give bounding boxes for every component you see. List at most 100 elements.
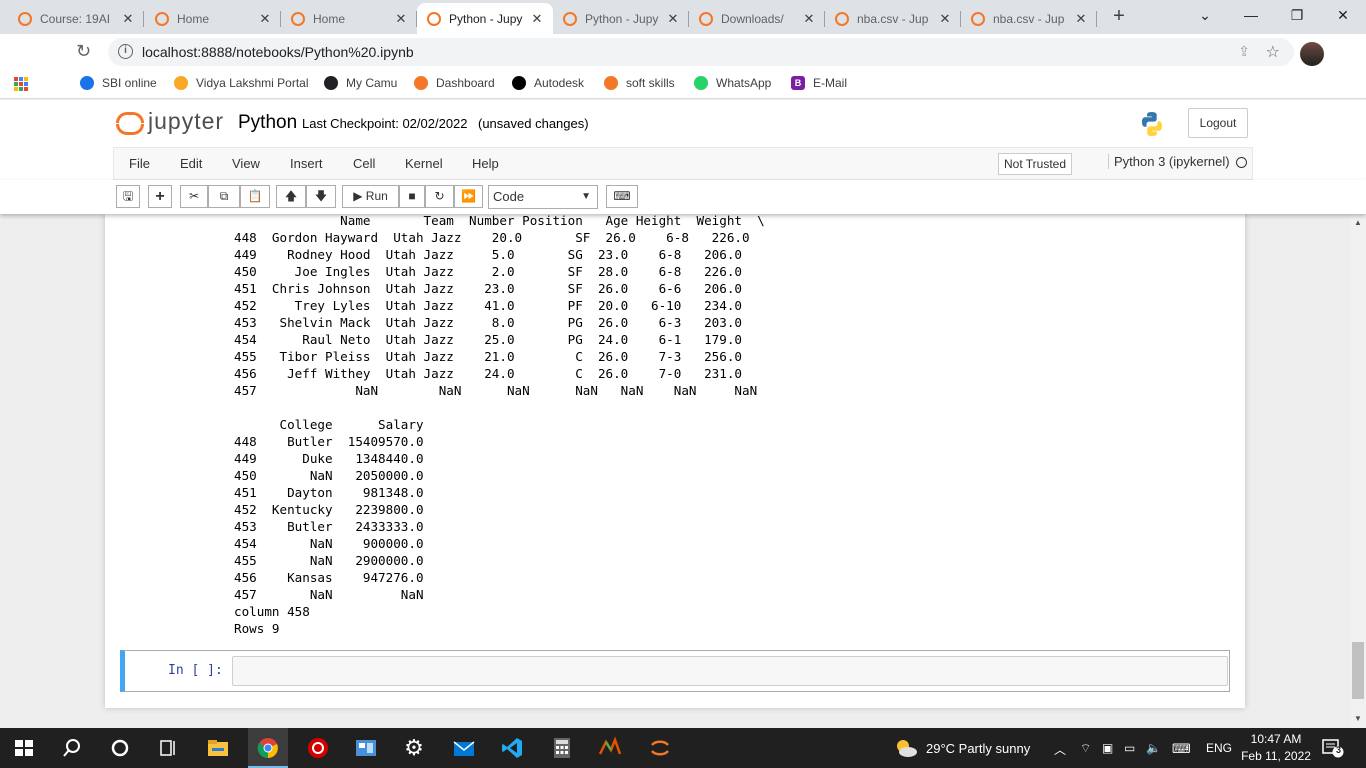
cut-cells-icon[interactable]: ✂ — [180, 185, 208, 208]
code-editor-input[interactable] — [232, 656, 1228, 686]
browser-tab[interactable]: nba.csv - Jup ✕ — [825, 3, 961, 34]
jupyter-logo[interactable]: jupyter — [116, 108, 224, 135]
action-center-button[interactable]: 3 — [1322, 738, 1344, 758]
tab-close-icon[interactable]: ✕ — [393, 11, 409, 27]
browser-tab[interactable]: Python - Jupy ✕ — [553, 3, 689, 34]
tab-close-icon[interactable]: ✕ — [257, 11, 273, 27]
jupyter-taskbar-icon[interactable] — [648, 736, 672, 760]
cell-type-select[interactable]: Code ▼ — [488, 185, 598, 209]
menu-cell[interactable]: Cell — [353, 156, 375, 171]
restore-button[interactable]: ❐ — [1274, 0, 1320, 34]
selected-code-cell[interactable]: In [ ]: — [120, 650, 1230, 692]
restart-run-all-icon[interactable]: ⏩ — [454, 185, 483, 208]
kernel-name[interactable]: Python 3 (ipykernel) — [1108, 154, 1230, 169]
input-language[interactable]: ENG — [1206, 741, 1232, 755]
tab-search-button[interactable]: ⌄ — [1182, 0, 1228, 34]
task-view-icon[interactable] — [156, 736, 180, 760]
browser-tab[interactable]: Downloads/ ✕ — [689, 3, 825, 34]
touch-keyboard-icon[interactable]: ⌨ — [1172, 741, 1191, 757]
output-line: 451 Dayton 981348.0 — [234, 485, 424, 500]
run-button[interactable]: ▶ Run — [342, 185, 399, 208]
tab-close-icon[interactable]: ✕ — [801, 11, 817, 27]
mail-icon[interactable] — [452, 736, 476, 760]
profile-avatar[interactable] — [1300, 42, 1324, 66]
control-panel-icon[interactable] — [354, 736, 378, 760]
show-hidden-icons-chevron-icon[interactable]: ︿ — [1054, 741, 1066, 758]
matlab-icon[interactable] — [598, 736, 622, 760]
site-info-icon[interactable]: i — [118, 44, 133, 59]
share-icon[interactable]: ⇪ — [1238, 43, 1250, 60]
command-palette-keyboard-icon[interactable]: ⌨ — [606, 185, 638, 208]
windows-start-icon[interactable] — [12, 736, 36, 760]
taskbar-clock[interactable]: 10:47 AM Feb 11, 2022 — [1240, 731, 1312, 765]
new-tab-button[interactable]: + — [1105, 5, 1133, 29]
menu-edit[interactable]: Edit — [180, 156, 202, 171]
output-line: 448 Gordon Hayward Utah Jazz 20.0 SF 26.… — [234, 230, 773, 245]
menu-insert[interactable]: Insert — [290, 156, 323, 171]
address-bar[interactable]: i localhost:8888/notebooks/Python%20.ipy… — [108, 38, 1294, 66]
bookmark-item[interactable]: WhatsApp — [694, 76, 771, 90]
partly-sunny-weather-icon — [897, 740, 917, 757]
bookmark-item[interactable]: Vidya Lakshmi Portal — [174, 76, 309, 90]
browser-tab[interactable]: nba.csv - Jup ✕ — [961, 3, 1097, 34]
interrupt-kernel-icon[interactable]: ■ — [399, 185, 425, 208]
reload-icon[interactable]: ↻ — [76, 41, 91, 62]
browser-tab[interactable]: Python - Jupy ✕ — [417, 3, 553, 34]
minimize-button[interactable]: — — [1228, 0, 1274, 34]
page-scrollbar[interactable]: ▲ ▼ — [1350, 214, 1366, 728]
tab-favicon-icon — [835, 11, 849, 26]
notebook-name[interactable]: Python — [238, 112, 297, 134]
output-line: 454 Raul Neto Utah Jazz 25.0 PG 24.0 6-1… — [234, 332, 765, 347]
logout-button[interactable]: Logout — [1188, 108, 1248, 138]
cortana-icon[interactable] — [108, 736, 132, 760]
apps-grid-icon[interactable] — [14, 77, 28, 91]
weather-text[interactable]: 29°C Partly sunny — [926, 741, 1030, 756]
move-cell-down-icon[interactable]: 🡇 — [306, 185, 336, 208]
restart-kernel-icon[interactable]: ↻ — [425, 185, 454, 208]
insert-cell-below-icon[interactable]: + — [148, 185, 172, 208]
settings-gear-icon[interactable]: ⚙ — [402, 736, 426, 760]
output-line: 453 Butler 2433333.0 — [234, 519, 424, 534]
scrollbar-thumb[interactable] — [1352, 642, 1364, 699]
chrome-taskbar-active[interactable] — [248, 728, 288, 768]
tab-close-icon[interactable]: ✕ — [1073, 11, 1089, 27]
tab-close-icon[interactable]: ✕ — [120, 11, 136, 27]
save-icon[interactable]: 🖫 — [116, 185, 140, 208]
calculator-icon[interactable] — [550, 736, 574, 760]
tab-close-icon[interactable]: ✕ — [665, 11, 681, 27]
meet-now-icon[interactable]: ▣ — [1102, 741, 1113, 755]
trust-status-button[interactable]: Not Trusted — [998, 153, 1073, 175]
bookmark-item[interactable]: SBI online — [80, 76, 157, 90]
close-window-button[interactable]: ✕ — [1320, 0, 1366, 34]
vscode-icon[interactable] — [500, 736, 524, 760]
scroll-down-arrow-icon[interactable]: ▼ — [1350, 714, 1366, 723]
browser-tab[interactable]: Course: 19AI ✕ — [8, 3, 144, 34]
browser-tab[interactable]: Home ✕ — [281, 3, 417, 34]
tab-close-icon[interactable]: ✕ — [529, 11, 545, 27]
menu-help[interactable]: Help — [472, 156, 499, 171]
bookmark-item[interactable]: soft skills — [604, 76, 675, 90]
file-explorer-icon[interactable] — [206, 736, 230, 760]
move-cell-up-icon[interactable]: 🡅 — [276, 185, 306, 208]
network-icon[interactable]: ⌔ — [1080, 741, 1091, 756]
bookmark-item[interactable]: B E-Mail — [791, 76, 847, 90]
menu-view[interactable]: View — [232, 156, 260, 171]
address-bar-row: ↻ i localhost:8888/notebooks/Python%20.i… — [0, 34, 1366, 70]
url-text[interactable]: localhost:8888/notebooks/Python%20.ipynb — [142, 44, 414, 60]
search-icon[interactable] — [60, 736, 84, 760]
copy-cells-icon[interactable]: ⧉ — [208, 185, 240, 208]
paste-cells-icon[interactable]: 📋 — [240, 185, 270, 208]
antivirus-icon[interactable] — [306, 736, 330, 760]
menu-kernel[interactable]: Kernel — [405, 156, 443, 171]
bookmark-star-icon[interactable]: ☆ — [1266, 42, 1280, 62]
bookmark-item[interactable]: Autodesk — [512, 76, 584, 90]
tab-close-icon[interactable]: ✕ — [937, 11, 953, 27]
browser-tab[interactable]: Home ✕ — [145, 3, 281, 34]
bookmark-item[interactable]: My Camu — [324, 76, 397, 90]
scroll-up-arrow-icon[interactable]: ▲ — [1350, 218, 1366, 227]
tab-favicon-icon — [971, 11, 985, 26]
battery-icon[interactable]: ▭ — [1124, 741, 1135, 755]
bookmark-item[interactable]: Dashboard — [414, 76, 495, 90]
volume-icon[interactable]: 🔈 — [1146, 741, 1161, 755]
menu-file[interactable]: File — [129, 156, 150, 171]
